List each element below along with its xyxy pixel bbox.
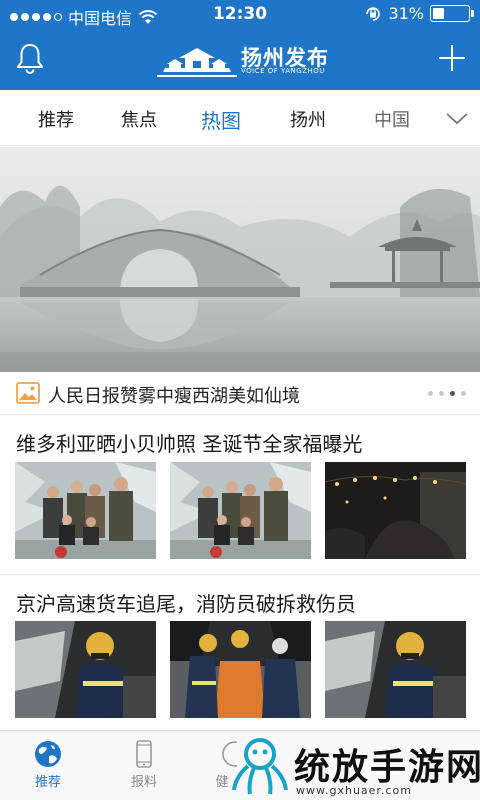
globe-icon: [35, 741, 61, 767]
status-bar: 中国电信 12:30 31%: [0, 0, 480, 30]
misty-lake-bridge-photo: [0, 147, 480, 372]
watermark-title: 统放手游网: [294, 747, 480, 788]
battery-icon: [430, 5, 474, 22]
pager-dot-active: [450, 391, 455, 396]
pager-dot: [428, 391, 433, 396]
featured-banner-image[interactable]: [0, 147, 480, 372]
battery-percent: 31%: [388, 4, 424, 23]
news-thumbnail[interactable]: [325, 462, 466, 559]
news-thumbnail[interactable]: [170, 462, 311, 559]
watermark-url: www.gxhuaer.com: [296, 784, 412, 797]
news-thumbnail[interactable]: [15, 621, 156, 718]
banner-caption-row[interactable]: 人民日报赞雾中瘦西湖美如仙境: [0, 372, 480, 414]
tab-hot-pictures[interactable]: 热图: [201, 105, 241, 134]
phone-icon: [136, 740, 152, 768]
news-thumbnail[interactable]: [325, 621, 466, 718]
bottom-tab-recommend[interactable]: 推荐: [18, 739, 78, 790]
bottom-tab-label: 推荐: [34, 775, 61, 790]
pavilion-logo-icon: [157, 48, 237, 77]
category-tabs: 推荐 焦点 热图 扬州 中国: [0, 90, 480, 146]
tab-recommend[interactable]: 推荐: [38, 106, 74, 132]
bell-icon[interactable]: [12, 40, 48, 76]
chevron-down-icon[interactable]: [444, 106, 470, 130]
site-watermark: 统放手游网 www.gxhuaer.com: [228, 732, 480, 800]
plus-icon[interactable]: [434, 40, 470, 76]
news-thumbnail[interactable]: [15, 462, 156, 559]
app-logo: 扬州发布 VOICE OF YANGZHOU: [155, 40, 328, 78]
divider: [0, 414, 480, 415]
news-title[interactable]: 维多利亚晒小贝帅照 圣诞节全家福曝光: [16, 428, 362, 457]
image-icon: [16, 382, 40, 404]
news-thumbnail[interactable]: [170, 621, 311, 718]
pager-dot: [461, 391, 466, 396]
divider: [0, 574, 480, 575]
top-bar: 中国电信 12:30 31% 扬州发布 VOICE OF YANGZHOU: [0, 0, 480, 90]
bottom-tab-label: 报料: [130, 775, 157, 790]
pager-dot: [439, 391, 444, 396]
orientation-lock-icon: [366, 6, 381, 21]
tab-yangzhou[interactable]: 扬州: [290, 106, 326, 132]
banner-pager: [428, 391, 466, 396]
banner-caption: 人民日报赞雾中瘦西湖美如仙境: [48, 386, 300, 407]
news-title[interactable]: 京沪高速货车追尾，消防员破拆救伤员: [16, 588, 356, 617]
tab-focus[interactable]: 焦点: [121, 106, 157, 132]
bottom-tab-report[interactable]: 报料: [114, 739, 174, 790]
octopus-logo-icon: [232, 738, 288, 795]
logo-subtitle: VOICE OF YANGZHOU: [241, 67, 325, 75]
tab-china[interactable]: 中国: [374, 106, 410, 132]
